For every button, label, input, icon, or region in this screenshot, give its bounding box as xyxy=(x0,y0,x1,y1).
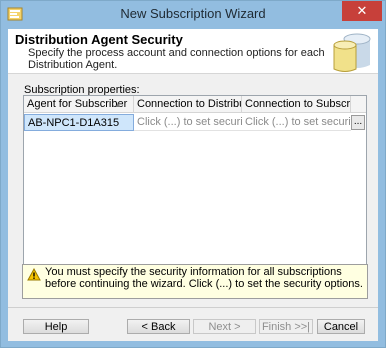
subscriber-connection-cell[interactable]: Click (...) to set security... xyxy=(242,114,351,131)
page-title: Distribution Agent Security xyxy=(15,32,183,47)
distributor-connection-cell[interactable]: Click (...) to set securit... xyxy=(134,114,242,131)
window-title: New Subscription Wizard xyxy=(120,6,266,21)
warning-message: You must specify the security informatio… xyxy=(22,264,368,299)
cancel-button[interactable]: Cancel xyxy=(317,319,365,334)
ellipsis-button[interactable]: ... xyxy=(351,115,365,130)
subscription-grid[interactable]: Agent for Subscriber ▲ Connection to Dis… xyxy=(23,95,367,278)
column-header-subscriber[interactable]: Connection to Subscriber xyxy=(242,96,351,113)
back-button[interactable]: < Back xyxy=(127,319,190,334)
next-button[interactable]: Next > xyxy=(193,319,256,334)
wizard-header: Distribution Agent Security Specify the … xyxy=(8,29,378,74)
title-bar[interactable]: New Subscription Wizard ✕ xyxy=(1,1,385,29)
column-header-filler xyxy=(351,96,366,113)
wizard-window: New Subscription Wizard ✕ Distribution A… xyxy=(0,0,386,348)
agent-cell[interactable]: AB-NPC1-D1A315 xyxy=(24,114,134,131)
database-cylinder-icon xyxy=(333,33,371,72)
finish-button[interactable]: Finish >>| xyxy=(259,319,313,334)
help-button[interactable]: Help xyxy=(23,319,89,334)
close-icon: ✕ xyxy=(356,3,368,18)
close-button[interactable]: ✕ xyxy=(342,1,382,21)
wizard-content: Distribution Agent Security Specify the … xyxy=(8,29,378,341)
warning-triangle-icon xyxy=(27,268,41,281)
button-separator xyxy=(8,307,378,308)
column-header-agent[interactable]: Agent for Subscriber ▲ xyxy=(24,96,134,113)
warning-text: You must specify the security informatio… xyxy=(45,266,363,290)
column-header-distributor[interactable]: Connection to Distributor xyxy=(134,96,242,113)
page-description: Specify the process account and connecti… xyxy=(28,47,325,71)
sort-ascending-icon: ▲ xyxy=(114,100,122,109)
